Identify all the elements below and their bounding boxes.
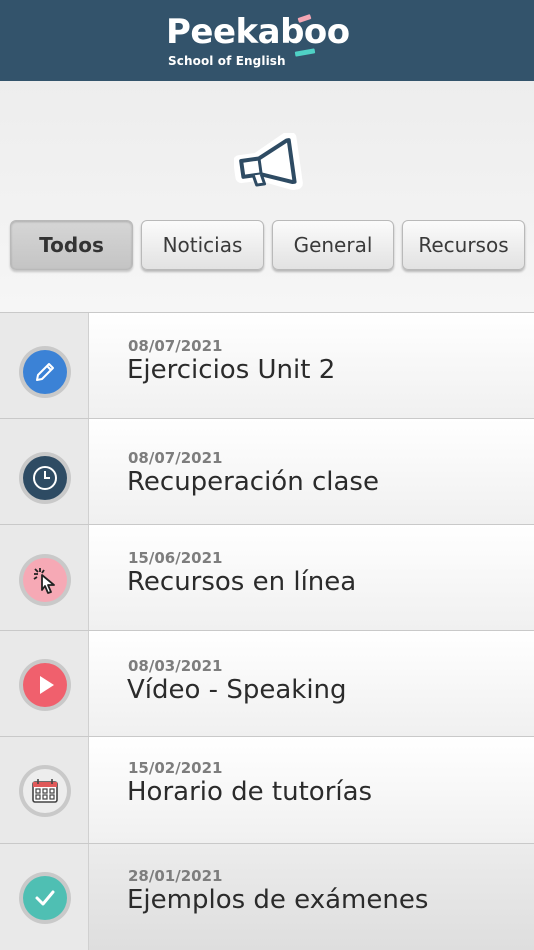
calendar-icon bbox=[23, 769, 67, 813]
list-item-icon-cell bbox=[0, 844, 89, 950]
megaphone-icon bbox=[234, 133, 303, 191]
list-item[interactable]: 15/06/2021 Recursos en línea bbox=[0, 524, 534, 630]
list-item-date: 15/02/2021 bbox=[128, 759, 223, 777]
list-item-icon-cell bbox=[0, 313, 89, 418]
list-item[interactable]: 08/07/2021 Recuperación clase bbox=[0, 418, 534, 524]
list-item-date: 08/07/2021 bbox=[128, 337, 223, 355]
tab-recursos[interactable]: Recursos bbox=[402, 220, 525, 270]
icon-ring bbox=[19, 659, 71, 711]
list-item-icon-cell bbox=[0, 631, 89, 736]
check-icon bbox=[23, 876, 67, 920]
list-item[interactable]: 08/03/2021 Vídeo - Speaking bbox=[0, 630, 534, 736]
list-item-date: 28/01/2021 bbox=[128, 867, 223, 885]
list-item-title: Horario de tutorías bbox=[127, 777, 373, 807]
list-item-date: 15/06/2021 bbox=[128, 549, 223, 567]
list-item-title: Ejemplos de exámenes bbox=[127, 885, 429, 915]
list-item-title: Ejercicios Unit 2 bbox=[127, 355, 336, 385]
icon-ring bbox=[19, 452, 71, 504]
cursor-click-icon bbox=[23, 558, 67, 602]
list-item[interactable]: 28/01/2021 Ejemplos de exámenes bbox=[0, 843, 534, 950]
play-icon bbox=[23, 663, 67, 707]
list-item-icon-cell bbox=[0, 419, 89, 524]
brand-subtitle: School of English bbox=[168, 54, 286, 68]
list-item-icon-cell bbox=[0, 737, 89, 843]
clock-icon bbox=[23, 456, 67, 500]
list-item-title: Vídeo - Speaking bbox=[127, 675, 347, 705]
app-header: Peekaboo School of English bbox=[0, 0, 534, 81]
icon-ring bbox=[19, 554, 71, 606]
list-item-date: 08/07/2021 bbox=[128, 449, 223, 467]
list-item-title: Recuperación clase bbox=[127, 467, 379, 497]
tab-todos[interactable]: Todos bbox=[10, 220, 133, 270]
list-item-icon-cell bbox=[0, 525, 89, 630]
tab-noticias[interactable]: Noticias bbox=[141, 220, 264, 270]
brand-name: Peekaboo bbox=[166, 12, 350, 52]
tab-general[interactable]: General bbox=[272, 220, 394, 270]
list-item[interactable]: 15/02/2021 Horario de tutorías bbox=[0, 736, 534, 843]
list-item-title: Recursos en línea bbox=[127, 567, 357, 597]
list-item[interactable]: 08/07/2021 Ejercicios Unit 2 bbox=[0, 312, 534, 418]
list-item-date: 08/03/2021 bbox=[128, 657, 223, 675]
filter-tabs: Todos Noticias General Recursos bbox=[0, 220, 534, 272]
icon-ring bbox=[19, 872, 71, 924]
brand-logo: Peekaboo School of English bbox=[166, 12, 376, 74]
pencil-icon bbox=[23, 350, 67, 394]
announcement-list: 08/07/2021 Ejercicios Unit 2 08/07/2021 … bbox=[0, 312, 534, 950]
icon-ring bbox=[19, 346, 71, 398]
icon-ring bbox=[19, 765, 71, 817]
